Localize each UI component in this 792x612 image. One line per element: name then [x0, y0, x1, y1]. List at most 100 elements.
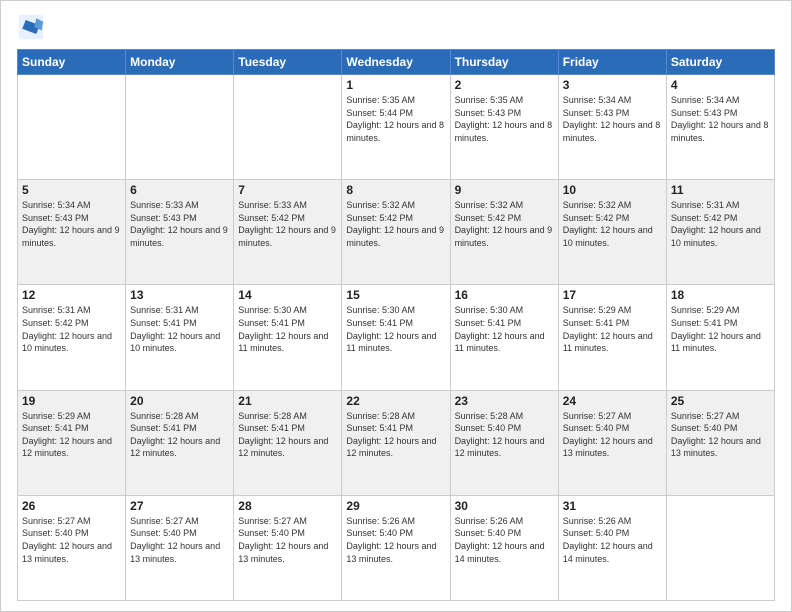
day-info: Sunrise: 5:32 AMSunset: 5:42 PMDaylight:… — [346, 199, 445, 249]
weekday-header-sunday: Sunday — [18, 50, 126, 75]
day-info: Sunrise: 5:30 AMSunset: 5:41 PMDaylight:… — [346, 304, 445, 354]
day-cell: 29 Sunrise: 5:26 AMSunset: 5:40 PMDayligh… — [342, 495, 450, 600]
day-info: Sunrise: 5:31 AMSunset: 5:42 PMDaylight:… — [671, 199, 770, 249]
day-cell: 21 Sunrise: 5:28 AMSunset: 5:41 PMDayligh… — [234, 390, 342, 495]
day-cell: 1 Sunrise: 5:35 AMSunset: 5:44 PMDaylight… — [342, 75, 450, 180]
day-number: 4 — [671, 78, 770, 92]
week-row-3: 12Sunrise: 5:31 AMSunset: 5:42 PMDayligh… — [18, 285, 775, 390]
day-number: 6 — [130, 183, 229, 197]
weekday-header-friday: Friday — [558, 50, 666, 75]
day-number: 31 — [563, 499, 662, 513]
day-number: 29 — [346, 499, 445, 513]
weekday-header-wednesday: Wednesday — [342, 50, 450, 75]
day-info: Sunrise: 5:28 AMSunset: 5:41 PMDaylight:… — [346, 410, 445, 460]
day-info: Sunrise: 5:35 AMSunset: 5:44 PMDaylight:… — [346, 94, 445, 144]
day-number: 8 — [346, 183, 445, 197]
day-number: 16 — [455, 288, 554, 302]
day-info: Sunrise: 5:32 AMSunset: 5:42 PMDaylight:… — [563, 199, 662, 249]
day-number: 25 — [671, 394, 770, 408]
day-info: Sunrise: 5:28 AMSunset: 5:41 PMDaylight:… — [238, 410, 337, 460]
day-info: Sunrise: 5:34 AMSunset: 5:43 PMDaylight:… — [563, 94, 662, 144]
day-number: 7 — [238, 183, 337, 197]
weekday-header-thursday: Thursday — [450, 50, 558, 75]
day-number: 2 — [455, 78, 554, 92]
day-cell: 8 Sunrise: 5:32 AMSunset: 5:42 PMDaylight… — [342, 180, 450, 285]
day-number: 26 — [22, 499, 121, 513]
day-info: Sunrise: 5:28 AMSunset: 5:40 PMDaylight:… — [455, 410, 554, 460]
day-number: 15 — [346, 288, 445, 302]
day-info: Sunrise: 5:32 AMSunset: 5:42 PMDaylight:… — [455, 199, 554, 249]
calendar-table: SundayMondayTuesdayWednesdayThursdayFrid… — [17, 49, 775, 601]
day-cell: 26 Sunrise: 5:27 AMSunset: 5:40 PMDayligh… — [18, 495, 126, 600]
day-cell: 28 Sunrise: 5:27 AMSunset: 5:40 PMDayligh… — [234, 495, 342, 600]
day-number: 23 — [455, 394, 554, 408]
day-info: Sunrise: 5:29 AMSunset: 5:41 PMDaylight:… — [22, 410, 121, 460]
day-number: 22 — [346, 394, 445, 408]
day-number: 13 — [130, 288, 229, 302]
day-cell: 14Sunrise: 5:30 AMSunset: 5:41 PMDayligh… — [234, 285, 342, 390]
day-info: Sunrise: 5:27 AMSunset: 5:40 PMDaylight:… — [238, 515, 337, 565]
day-cell — [234, 75, 342, 180]
day-cell: 9Sunrise: 5:32 AMSunset: 5:42 PMDaylight… — [450, 180, 558, 285]
day-info: Sunrise: 5:30 AMSunset: 5:41 PMDaylight:… — [455, 304, 554, 354]
week-row-2: 5 Sunrise: 5:34 AMSunset: 5:43 PMDaylight… — [18, 180, 775, 285]
day-cell — [18, 75, 126, 180]
day-info: Sunrise: 5:27 AMSunset: 5:40 PMDaylight:… — [563, 410, 662, 460]
day-info: Sunrise: 5:29 AMSunset: 5:41 PMDaylight:… — [671, 304, 770, 354]
day-cell: 2 Sunrise: 5:35 AMSunset: 5:43 PMDaylight… — [450, 75, 558, 180]
day-number: 28 — [238, 499, 337, 513]
day-info: Sunrise: 5:27 AMSunset: 5:40 PMDaylight:… — [22, 515, 121, 565]
day-cell: 16 Sunrise: 5:30 AMSunset: 5:41 PMDayligh… — [450, 285, 558, 390]
day-number: 11 — [671, 183, 770, 197]
day-number: 18 — [671, 288, 770, 302]
day-info: Sunrise: 5:33 AMSunset: 5:42 PMDaylight:… — [238, 199, 337, 249]
day-number: 30 — [455, 499, 554, 513]
week-row-5: 26 Sunrise: 5:27 AMSunset: 5:40 PMDayligh… — [18, 495, 775, 600]
day-cell: 23 Sunrise: 5:28 AMSunset: 5:40 PMDayligh… — [450, 390, 558, 495]
day-number: 21 — [238, 394, 337, 408]
weekday-header-monday: Monday — [126, 50, 234, 75]
day-number: 17 — [563, 288, 662, 302]
day-cell: 10Sunrise: 5:32 AMSunset: 5:42 PMDayligh… — [558, 180, 666, 285]
header — [17, 11, 775, 41]
day-cell: 6Sunrise: 5:33 AMSunset: 5:43 PMDaylight… — [126, 180, 234, 285]
day-cell: 12Sunrise: 5:31 AMSunset: 5:42 PMDayligh… — [18, 285, 126, 390]
day-info: Sunrise: 5:31 AMSunset: 5:42 PMDaylight:… — [22, 304, 121, 354]
day-number: 3 — [563, 78, 662, 92]
day-cell: 5 Sunrise: 5:34 AMSunset: 5:43 PMDaylight… — [18, 180, 126, 285]
week-row-1: 1 Sunrise: 5:35 AMSunset: 5:44 PMDaylight… — [18, 75, 775, 180]
weekday-header-tuesday: Tuesday — [234, 50, 342, 75]
day-cell: 25 Sunrise: 5:27 AMSunset: 5:40 PMDayligh… — [666, 390, 774, 495]
day-number: 1 — [346, 78, 445, 92]
day-cell: 15 Sunrise: 5:30 AMSunset: 5:41 PMDayligh… — [342, 285, 450, 390]
day-number: 5 — [22, 183, 121, 197]
day-info: Sunrise: 5:28 AMSunset: 5:41 PMDaylight:… — [130, 410, 229, 460]
logo — [17, 15, 47, 41]
day-number: 19 — [22, 394, 121, 408]
day-info: Sunrise: 5:29 AMSunset: 5:41 PMDaylight:… — [563, 304, 662, 354]
day-cell: 3 Sunrise: 5:34 AMSunset: 5:43 PMDaylight… — [558, 75, 666, 180]
day-cell: 27Sunrise: 5:27 AMSunset: 5:40 PMDayligh… — [126, 495, 234, 600]
day-cell: 24 Sunrise: 5:27 AMSunset: 5:40 PMDayligh… — [558, 390, 666, 495]
day-info: Sunrise: 5:26 AMSunset: 5:40 PMDaylight:… — [346, 515, 445, 565]
day-info: Sunrise: 5:27 AMSunset: 5:40 PMDaylight:… — [671, 410, 770, 460]
day-cell: 18 Sunrise: 5:29 AMSunset: 5:41 PMDayligh… — [666, 285, 774, 390]
logo-icon — [17, 13, 45, 41]
day-info: Sunrise: 5:35 AMSunset: 5:43 PMDaylight:… — [455, 94, 554, 144]
day-cell: 19 Sunrise: 5:29 AMSunset: 5:41 PMDayligh… — [18, 390, 126, 495]
weekday-header-saturday: Saturday — [666, 50, 774, 75]
day-cell: 17 Sunrise: 5:29 AMSunset: 5:41 PMDayligh… — [558, 285, 666, 390]
day-info: Sunrise: 5:26 AMSunset: 5:40 PMDaylight:… — [455, 515, 554, 565]
day-cell — [666, 495, 774, 600]
day-cell: 31 Sunrise: 5:26 AMSunset: 5:40 PMDayligh… — [558, 495, 666, 600]
day-number: 27 — [130, 499, 229, 513]
day-number: 24 — [563, 394, 662, 408]
day-cell: 20Sunrise: 5:28 AMSunset: 5:41 PMDayligh… — [126, 390, 234, 495]
day-cell: 11 Sunrise: 5:31 AMSunset: 5:42 PMDayligh… — [666, 180, 774, 285]
day-cell: 13Sunrise: 5:31 AMSunset: 5:41 PMDayligh… — [126, 285, 234, 390]
day-info: Sunrise: 5:34 AMSunset: 5:43 PMDaylight:… — [22, 199, 121, 249]
calendar-page: SundayMondayTuesdayWednesdayThursdayFrid… — [0, 0, 792, 612]
day-info: Sunrise: 5:34 AMSunset: 5:43 PMDaylight:… — [671, 94, 770, 144]
day-cell: 7 Sunrise: 5:33 AMSunset: 5:42 PMDaylight… — [234, 180, 342, 285]
day-info: Sunrise: 5:26 AMSunset: 5:40 PMDaylight:… — [563, 515, 662, 565]
